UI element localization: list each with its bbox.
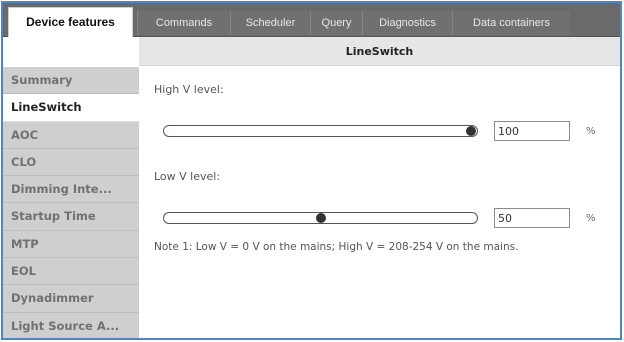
- sidebar-item-light-source[interactable]: Light Source A...: [3, 312, 139, 338]
- low-v-level-label: Low V level:: [154, 170, 221, 183]
- sidebar-item-clo[interactable]: CLO: [3, 148, 139, 177]
- low-v-level-input[interactable]: [494, 208, 570, 228]
- high-v-level-label: High V level:: [154, 83, 224, 96]
- sidebar-item-summary[interactable]: Summary: [3, 67, 139, 95]
- sidebar-item-aoc[interactable]: AOC: [3, 121, 139, 149]
- slider-thumb[interactable]: [315, 213, 326, 223]
- sidebar-item-eol[interactable]: EOL: [3, 258, 139, 286]
- tab-device-features[interactable]: Device features: [8, 7, 133, 38]
- main-content: High V level: % Low V level: % Note 1: L…: [139, 67, 620, 338]
- sidebar-item-lineswitch[interactable]: LineSwitch: [3, 94, 139, 122]
- tab-data-containers[interactable]: Data containers: [452, 11, 570, 35]
- sidebar-item-mtp[interactable]: MTP: [3, 230, 139, 259]
- sidebar: Summary LineSwitch AOC CLO Dimming Inte.…: [3, 67, 139, 338]
- mains-note: Note 1: Low V = 0 V on the mains; High V…: [154, 241, 519, 253]
- tab-diagnostics[interactable]: Diagnostics: [362, 11, 452, 35]
- tab-scheduler[interactable]: Scheduler: [230, 11, 310, 35]
- high-v-level-slider[interactable]: [163, 125, 478, 137]
- low-v-level-slider[interactable]: [163, 212, 478, 224]
- low-v-level-unit: %: [586, 213, 596, 224]
- tab-bar: Device features Commands Scheduler Query…: [3, 3, 620, 38]
- tab-commands[interactable]: Commands: [137, 11, 230, 35]
- sidebar-item-dynadimmer[interactable]: Dynadimmer: [3, 285, 139, 313]
- high-v-level-input[interactable]: [494, 121, 570, 141]
- sidebar-item-dimming-interface[interactable]: Dimming Inte...: [3, 176, 139, 204]
- page-title: LineSwitch: [139, 37, 620, 66]
- sidebar-item-startup-time[interactable]: Startup Time: [3, 203, 139, 231]
- high-v-level-unit: %: [586, 126, 596, 137]
- slider-thumb[interactable]: [466, 126, 476, 136]
- app-frame: Device features Commands Scheduler Query…: [1, 1, 622, 340]
- header-spacer: [3, 37, 139, 66]
- slider-track: [163, 125, 478, 137]
- tab-query[interactable]: Query: [310, 11, 362, 35]
